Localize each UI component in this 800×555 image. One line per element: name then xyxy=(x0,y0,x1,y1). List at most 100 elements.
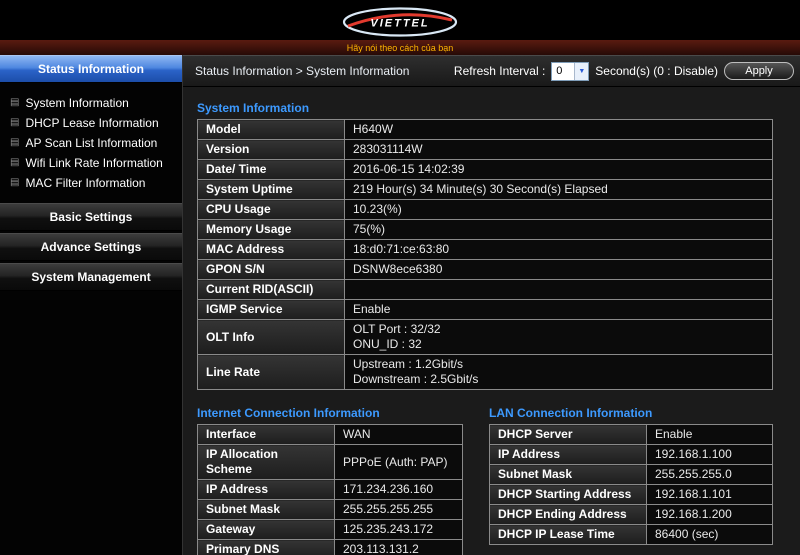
table-row: DHCP IP Lease Time 86400 (sec) xyxy=(490,525,773,545)
table-row: Memory Usage 75(%) xyxy=(198,220,773,240)
table-row: Gateway 125.235.243.172 xyxy=(198,520,463,540)
table-row: IGMP Service Enable xyxy=(198,300,773,320)
row-value: Enable xyxy=(647,425,773,445)
row-value: WAN xyxy=(335,425,463,445)
row-value: 10.23(%) xyxy=(345,200,773,220)
connection-columns: Internet Connection Information Interfac… xyxy=(197,400,782,555)
table-row: Current RID(ASCII) xyxy=(198,280,773,300)
body-row: Status Information ▤ System Information … xyxy=(0,55,800,555)
row-value: Enable xyxy=(345,300,773,320)
table-row: IP Address 192.168.1.100 xyxy=(490,445,773,465)
refresh-interval-value: 0 xyxy=(552,63,574,80)
row-label: IP Address xyxy=(490,445,647,465)
sidebar-subitem-label: DHCP Lease Information xyxy=(25,116,158,130)
row-value: 192.168.1.101 xyxy=(647,485,773,505)
row-label: Version xyxy=(198,140,345,160)
row-value: 125.235.243.172 xyxy=(335,520,463,540)
refresh-interval-label: Refresh Interval : xyxy=(454,64,545,78)
document-icon: ▤ xyxy=(10,98,19,108)
lan-info-title: LAN Connection Information xyxy=(489,406,773,420)
sidebar-item-basic-settings[interactable]: Basic Settings xyxy=(0,203,182,231)
row-label: Primary DNS xyxy=(198,540,335,555)
row-label: IP Address xyxy=(198,480,335,500)
system-info-table: Model H640W Version 283031114W Date/ Tim… xyxy=(197,119,773,390)
viettel-logo: VIETTEL xyxy=(0,0,800,40)
row-label: Current RID(ASCII) xyxy=(198,280,345,300)
status-subnav: ▤ System Information ▤ DHCP Lease Inform… xyxy=(0,85,182,203)
sidebar-subitem[interactable]: ▤ MAC Filter Information xyxy=(8,173,182,193)
row-label: Line Rate xyxy=(198,355,345,390)
document-icon: ▤ xyxy=(10,118,19,128)
topbar: Status Information > System Information … xyxy=(183,55,800,87)
system-info-title: System Information xyxy=(197,101,782,115)
row-label: Subnet Mask xyxy=(198,500,335,520)
table-row: Version 283031114W xyxy=(198,140,773,160)
apply-button[interactable]: Apply xyxy=(724,62,794,80)
row-label: System Uptime xyxy=(198,180,345,200)
table-row: Line Rate Upstream : 1.2Gbit/s Downstrea… xyxy=(198,355,773,390)
row-label: IP Allocation Scheme xyxy=(198,445,335,480)
sidebar-subitem-label: Wifi Link Rate Information xyxy=(25,156,162,170)
row-value: PPPoE (Auth: PAP) xyxy=(335,445,463,480)
viettel-logo-icon: VIETTEL xyxy=(340,6,460,38)
table-row: MAC Address 18:d0:71:ce:63:80 xyxy=(198,240,773,260)
refresh-note: Second(s) (0 : Disable) xyxy=(595,64,718,78)
row-value: 171.234.236.160 xyxy=(335,480,463,500)
row-value: 283031114W xyxy=(345,140,773,160)
sidebar-subitem[interactable]: ▤ System Information xyxy=(8,93,182,113)
tagline-strip: Hãy nói theo cách của bạn xyxy=(0,40,800,55)
table-row: Subnet Mask 255.255.255.0 xyxy=(490,465,773,485)
row-label: DHCP Starting Address xyxy=(490,485,647,505)
sidebar-subitem-label: System Information xyxy=(25,96,128,110)
table-row: System Uptime 219 Hour(s) 34 Minute(s) 3… xyxy=(198,180,773,200)
row-value xyxy=(345,280,773,300)
internet-info-table: Interface WAN IP Allocation Scheme PPPoE… xyxy=(197,424,463,555)
sidebar-subitem[interactable]: ▤ AP Scan List Information xyxy=(8,133,182,153)
row-label: Memory Usage xyxy=(198,220,345,240)
row-label: OLT Info xyxy=(198,320,345,355)
row-value: DSNW8ece6380 xyxy=(345,260,773,280)
row-label: Subnet Mask xyxy=(490,465,647,485)
document-icon: ▤ xyxy=(10,138,19,148)
internet-info-title: Internet Connection Information xyxy=(197,406,463,420)
sidebar-subitem[interactable]: ▤ DHCP Lease Information xyxy=(8,113,182,133)
sidebar-item-advance-settings[interactable]: Advance Settings xyxy=(0,233,182,261)
table-row: IP Address 171.234.236.160 xyxy=(198,480,463,500)
row-label: CPU Usage xyxy=(198,200,345,220)
logo-text: VIETTEL xyxy=(370,17,429,29)
row-value: 255.255.255.0 xyxy=(647,465,773,485)
row-value: 255.255.255.255 xyxy=(335,500,463,520)
row-label: DHCP IP Lease Time xyxy=(490,525,647,545)
sidebar-subitem[interactable]: ▤ Wifi Link Rate Information xyxy=(8,153,182,173)
router-admin-page: VIETTEL Hãy nói theo cách của bạn Status… xyxy=(0,0,800,555)
row-value: 203.113.131.2 xyxy=(335,540,463,555)
tagline: Hãy nói theo cách của bạn xyxy=(347,43,454,53)
sidebar-subitem-label: AP Scan List Information xyxy=(25,136,157,150)
main-content: Status Information > System Information … xyxy=(183,55,800,555)
refresh-interval-select[interactable]: 0 ▼ xyxy=(551,62,589,81)
row-value: 192.168.1.100 xyxy=(647,445,773,465)
row-value: OLT Port : 32/32 ONU_ID : 32 xyxy=(345,320,773,355)
row-value: 18:d0:71:ce:63:80 xyxy=(345,240,773,260)
table-row: CPU Usage 10.23(%) xyxy=(198,200,773,220)
row-value: 75(%) xyxy=(345,220,773,240)
row-label: DHCP Server xyxy=(490,425,647,445)
row-label: DHCP Ending Address xyxy=(490,505,647,525)
row-value: H640W xyxy=(345,120,773,140)
table-row: Subnet Mask 255.255.255.255 xyxy=(198,500,463,520)
header: VIETTEL Hãy nói theo cách của bạn xyxy=(0,0,800,55)
row-value: 2016-06-15 14:02:39 xyxy=(345,160,773,180)
table-row: GPON S/N DSNW8ece6380 xyxy=(198,260,773,280)
row-label: GPON S/N xyxy=(198,260,345,280)
sidebar-item-system-management[interactable]: System Management xyxy=(0,263,182,291)
refresh-controls: Refresh Interval : 0 ▼ Second(s) (0 : Di… xyxy=(454,62,796,81)
sidebar-item-status-information[interactable]: Status Information xyxy=(0,55,182,83)
document-icon: ▤ xyxy=(10,178,19,188)
row-label: Interface xyxy=(198,425,335,445)
table-row: DHCP Ending Address 192.168.1.200 xyxy=(490,505,773,525)
row-label: Gateway xyxy=(198,520,335,540)
document-icon: ▤ xyxy=(10,158,19,168)
internet-column: Internet Connection Information Interfac… xyxy=(197,400,463,555)
content: System Information Model H640W Version xyxy=(183,87,800,555)
sidebar: Status Information ▤ System Information … xyxy=(0,55,183,555)
